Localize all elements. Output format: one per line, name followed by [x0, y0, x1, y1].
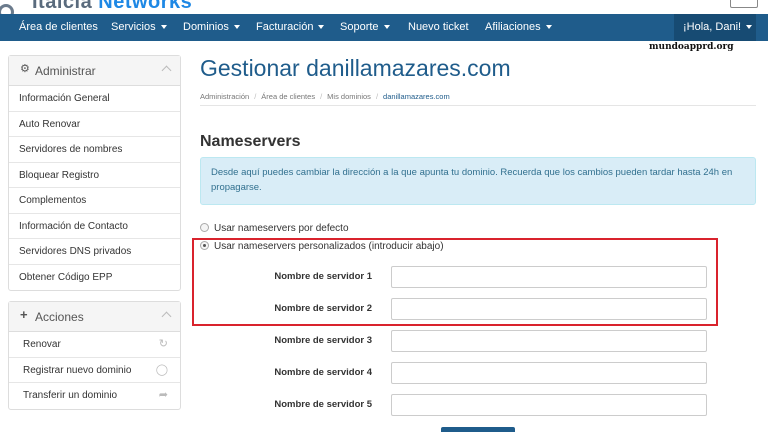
- sidebar-action-renovar[interactable]: Renovar ↻: [9, 332, 180, 358]
- section-title: Nameservers: [200, 133, 301, 150]
- nameserver-3-input[interactable]: [391, 330, 707, 352]
- sidebar-item-servidores-dns-privados[interactable]: Servidores DNS privados: [9, 239, 180, 265]
- page-title: Gestionar danillamazares.com: [200, 55, 511, 81]
- refresh-icon: ↻: [158, 338, 168, 350]
- radio-button-checked[interactable]: [200, 241, 209, 250]
- ns-label-3: Nombre de servidor 3: [274, 335, 372, 346]
- nameserver-5-input[interactable]: [391, 394, 707, 416]
- main-navbar: Área de clientes Servicios Dominios Fact…: [0, 14, 768, 41]
- ns-label-1: Nombre de servidor 1: [274, 271, 372, 282]
- chevron-up-icon: [161, 65, 172, 76]
- nameserver-1-input[interactable]: [391, 266, 707, 288]
- breadcrumb-area-clientes[interactable]: Área de clientes: [261, 92, 315, 101]
- nameserver-4-input[interactable]: [391, 362, 707, 384]
- user-menu[interactable]: ¡Hola, Dani!: [674, 14, 756, 41]
- sidebar-admin-header[interactable]: ⚙ Administrar: [9, 56, 180, 86]
- chevron-down-icon: [545, 25, 552, 30]
- ns-label-5: Nombre de servidor 5: [274, 399, 372, 410]
- sidebar-action-transferir-dominio[interactable]: Transferir un dominio ➦: [9, 383, 180, 409]
- sidebar-action-registrar-dominio[interactable]: Registrar nuevo dominio ◯: [9, 358, 180, 383]
- sidebar-item-servidores-de-nombres[interactable]: Servidores de nombres: [9, 137, 180, 163]
- chevron-up-icon: [161, 311, 172, 322]
- breadcrumb-administracion[interactable]: Administración: [200, 92, 249, 101]
- plus-icon: +: [20, 307, 28, 322]
- top-header: Italcia Networks: [0, 0, 768, 14]
- cart-button[interactable]: [730, 0, 758, 8]
- gear-icon: ⚙: [20, 63, 30, 75]
- logo-icon: [0, 4, 14, 14]
- info-alert: Desde aquí puedes cambiar la dirección a…: [200, 157, 756, 205]
- ns-label-4: Nombre de servidor 4: [274, 367, 372, 378]
- sidebar-item-obtener-codigo-epp[interactable]: Obtener Código EPP: [9, 265, 180, 291]
- chevron-down-icon: [318, 25, 325, 30]
- nav-dominios[interactable]: Dominios: [183, 14, 240, 41]
- breadcrumb-mis-dominios[interactable]: Mis dominios: [327, 92, 371, 101]
- chevron-down-icon: [746, 25, 753, 30]
- share-icon: ➦: [158, 389, 168, 401]
- chevron-down-icon: [383, 25, 390, 30]
- brand-logo[interactable]: Italcia Networks: [14, 0, 192, 14]
- radio-button[interactable]: [200, 223, 209, 232]
- watermark: mundoapprd.org: [649, 42, 734, 52]
- breadcrumb: Administración / Área de clientes / Mis domi…: [200, 88, 756, 106]
- sidebar-item-informacion-general[interactable]: Información General: [9, 86, 180, 112]
- sidebar-item-bloquear-registro[interactable]: Bloquear Registro: [9, 163, 180, 188]
- submit-button[interactable]: [441, 427, 515, 432]
- sidebar-item-auto-renovar[interactable]: Auto Renovar: [9, 112, 180, 137]
- sidebar-actions-header[interactable]: + Acciones: [9, 302, 180, 332]
- nameserver-2-input[interactable]: [391, 298, 707, 320]
- nav-nuevo-ticket[interactable]: Nuevo ticket: [408, 14, 469, 41]
- ns-label-2: Nombre de servidor 2: [274, 303, 372, 314]
- radio-default-nameservers[interactable]: Usar nameservers por defecto: [200, 223, 349, 234]
- sidebar-admin-panel: ⚙ Administrar Información General Auto R…: [8, 55, 181, 291]
- sidebar-item-informacion-contacto[interactable]: Información de Contacto: [9, 214, 180, 239]
- radio-custom-nameservers[interactable]: Usar nameservers personalizados (introdu…: [200, 241, 444, 252]
- sidebar-item-complementos[interactable]: Complementos: [9, 188, 180, 214]
- chevron-down-icon: [160, 25, 167, 30]
- globe-icon: ◯: [155, 363, 168, 376]
- nav-area-clientes[interactable]: Área de clientes: [19, 14, 98, 41]
- sidebar-actions-panel: + Acciones Renovar ↻ Registrar nuevo dom…: [8, 301, 181, 410]
- nav-soporte[interactable]: Soporte: [340, 14, 390, 41]
- chevron-down-icon: [233, 25, 240, 30]
- nav-facturacion[interactable]: Facturación: [256, 14, 325, 41]
- nav-afiliaciones[interactable]: Afiliaciones: [485, 14, 552, 41]
- nav-servicios[interactable]: Servicios: [111, 14, 167, 41]
- breadcrumb-current: danillamazares.com: [383, 92, 450, 101]
